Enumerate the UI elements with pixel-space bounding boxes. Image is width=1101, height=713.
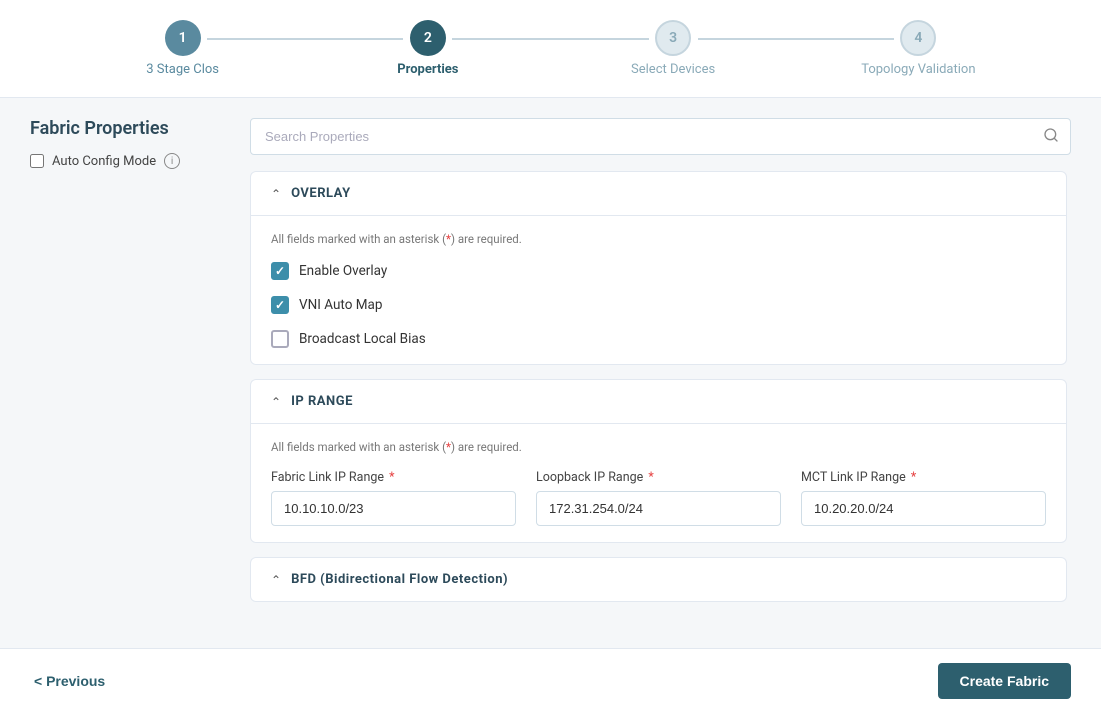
mct-link-ip-input[interactable]: [801, 491, 1046, 526]
step-2[interactable]: 2 Properties: [305, 20, 550, 77]
overlay-section-header[interactable]: ⌃ OVERLAY: [251, 172, 1066, 216]
fabric-link-ip-label: Fabric Link IP Range *: [271, 470, 516, 485]
ip-range-section-title: IP RANGE: [291, 394, 353, 409]
mct-link-ip-field-group: MCT Link IP Range *: [801, 470, 1046, 526]
bfd-section-header[interactable]: ⌃ BFD (Bidirectional Flow Detection): [251, 558, 1066, 601]
info-icon[interactable]: i: [164, 153, 180, 169]
auto-config-row: Auto Config Mode i: [30, 153, 230, 169]
ip-range-required-note: All fields marked with an asterisk (*) a…: [271, 440, 1046, 454]
auto-config-checkbox[interactable]: [30, 154, 44, 168]
bfd-section: ⌃ BFD (Bidirectional Flow Detection): [250, 557, 1067, 602]
broadcast-local-bias-label: Broadcast Local Bias: [299, 331, 426, 347]
enable-overlay-label: Enable Overlay: [299, 263, 387, 279]
broadcast-local-bias-checkbox[interactable]: [271, 330, 289, 348]
ip-range-collapse-icon: ⌃: [271, 395, 281, 409]
vni-auto-map-row: VNI Auto Map: [271, 296, 1046, 314]
footer: < Previous Create Fabric: [0, 648, 1101, 713]
step-3-label: Select Devices: [631, 62, 715, 77]
fabric-link-ip-field-group: Fabric Link IP Range *: [271, 470, 516, 526]
stepper: 1 3 Stage Clos 2 Properties 3 Select Dev…: [0, 0, 1101, 98]
scrollable-content: ⌃ OVERLAY All fields marked with an aste…: [250, 171, 1071, 616]
ip-range-section-body: All fields marked with an asterisk (*) a…: [251, 424, 1066, 542]
step-4[interactable]: 4 Topology Validation: [796, 20, 1041, 77]
broadcast-local-bias-row: Broadcast Local Bias: [271, 330, 1046, 348]
step-1[interactable]: 1 3 Stage Clos: [60, 20, 305, 77]
auto-config-label: Auto Config Mode: [52, 154, 156, 169]
fabric-link-required-star: *: [389, 470, 394, 485]
overlay-section-title: OVERLAY: [291, 186, 351, 201]
step-4-circle: 4: [900, 20, 936, 56]
overlay-asterisk: *: [446, 232, 451, 246]
ip-range-asterisk: *: [446, 440, 451, 454]
step-4-label: Topology Validation: [861, 62, 975, 77]
fabric-link-ip-input[interactable]: [271, 491, 516, 526]
step-1-label: 3 Stage Clos: [146, 62, 219, 77]
mct-link-ip-label: MCT Link IP Range *: [801, 470, 1046, 485]
search-bar-container: [250, 118, 1071, 155]
overlay-section: ⌃ OVERLAY All fields marked with an aste…: [250, 171, 1067, 365]
step-2-circle: 2: [410, 20, 446, 56]
step-2-label: Properties: [397, 62, 458, 77]
ip-range-grid: Fabric Link IP Range * Loopback IP Range…: [271, 470, 1046, 526]
overlay-collapse-icon: ⌃: [271, 187, 281, 201]
mct-link-required-star: *: [911, 470, 916, 485]
enable-overlay-row: Enable Overlay: [271, 262, 1046, 280]
search-input[interactable]: [250, 118, 1071, 155]
right-panel: ⌃ OVERLAY All fields marked with an aste…: [250, 118, 1071, 616]
search-icon: [1043, 127, 1059, 147]
vni-auto-map-label: VNI Auto Map: [299, 297, 382, 313]
content-area: Fabric Properties Auto Config Mode i ⌃: [0, 98, 1101, 636]
overlay-required-note: All fields marked with an asterisk (*) a…: [271, 232, 1046, 246]
ip-range-section-header[interactable]: ⌃ IP RANGE: [251, 380, 1066, 424]
enable-overlay-checkbox[interactable]: [271, 262, 289, 280]
vni-auto-map-checkbox[interactable]: [271, 296, 289, 314]
fabric-properties-title: Fabric Properties: [30, 118, 230, 139]
bfd-collapse-icon: ⌃: [271, 573, 281, 587]
bfd-section-title: BFD (Bidirectional Flow Detection): [291, 572, 508, 587]
ip-range-section: ⌃ IP RANGE All fields marked with an ast…: [250, 379, 1067, 543]
loopback-ip-input[interactable]: [536, 491, 781, 526]
step-3-circle: 3: [655, 20, 691, 56]
loopback-ip-field-group: Loopback IP Range *: [536, 470, 781, 526]
loopback-required-star: *: [648, 470, 653, 485]
left-panel: Fabric Properties Auto Config Mode i: [30, 118, 230, 616]
overlay-section-body: All fields marked with an asterisk (*) a…: [251, 216, 1066, 364]
prev-button[interactable]: < Previous: [30, 665, 109, 697]
step-1-circle: 1: [165, 20, 201, 56]
create-fabric-button[interactable]: Create Fabric: [938, 663, 1071, 699]
step-3[interactable]: 3 Select Devices: [551, 20, 796, 77]
loopback-ip-label: Loopback IP Range *: [536, 470, 781, 485]
